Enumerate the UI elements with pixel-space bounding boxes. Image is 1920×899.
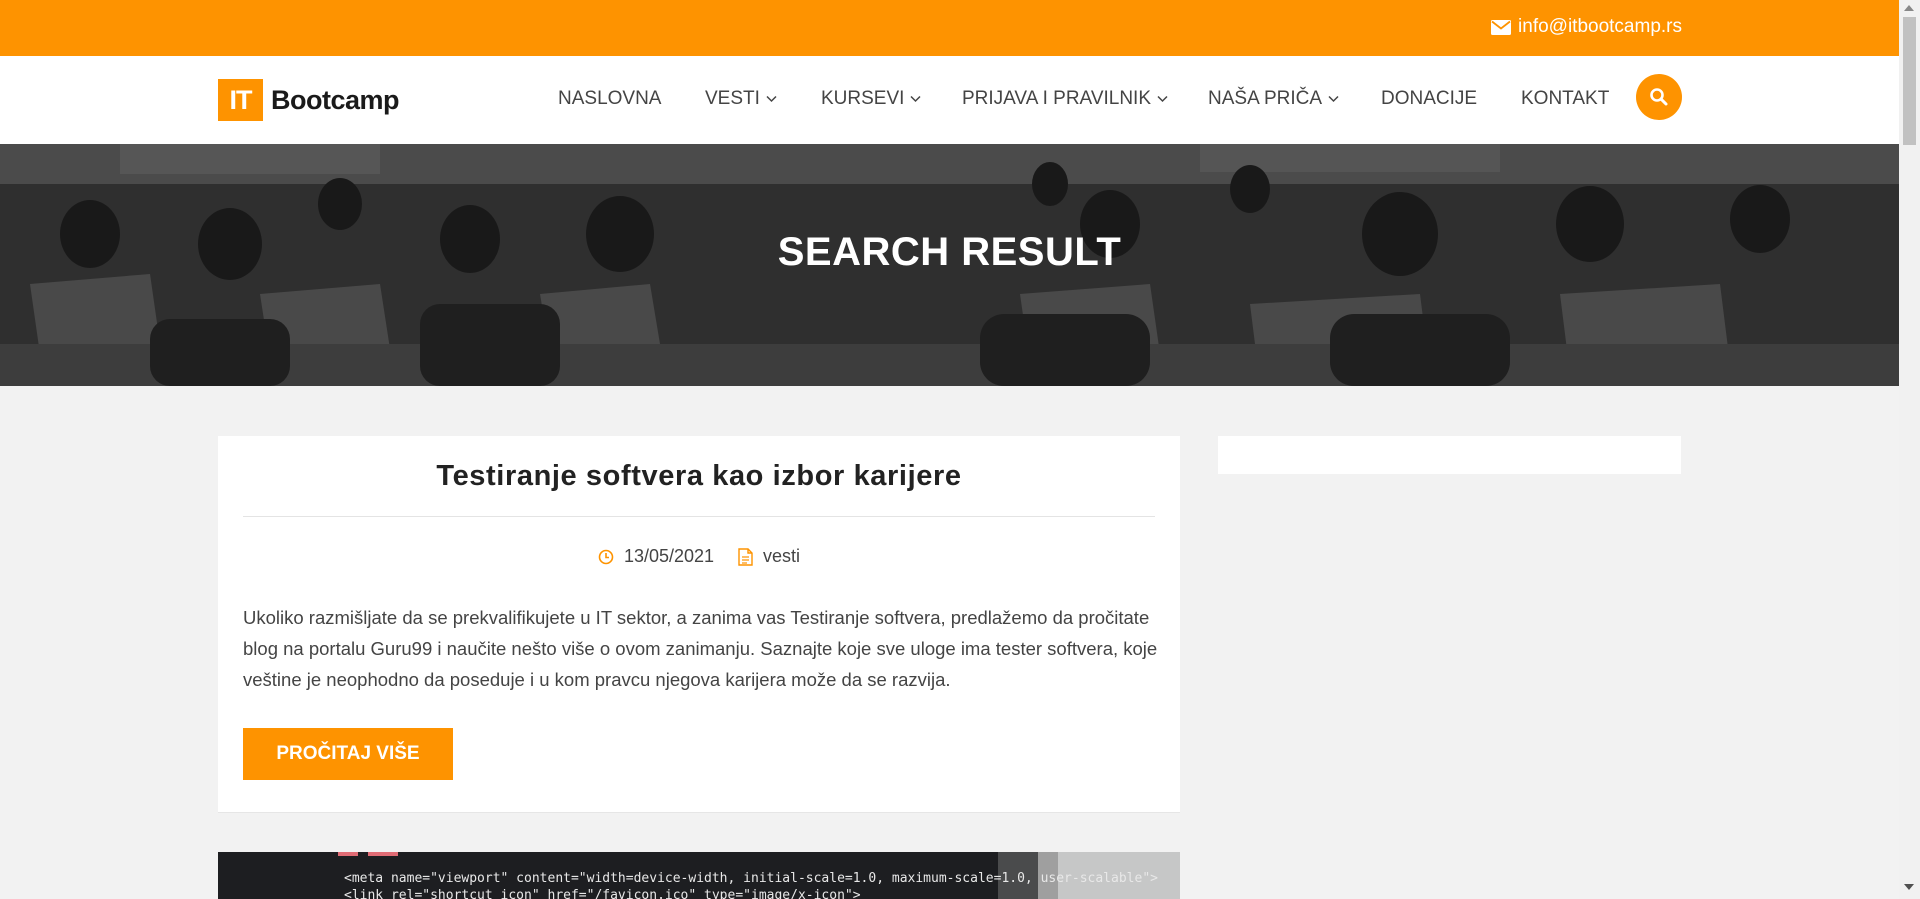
nav-item-label: NAŠA PRIČA (1208, 88, 1323, 109)
search-icon (1650, 88, 1668, 106)
chevron-down-icon (1157, 95, 1168, 103)
nav-item-label: PRIJAVA I PRAVILNIK (962, 88, 1152, 109)
post-category-text: vesti (763, 546, 801, 566)
search-button[interactable] (1636, 74, 1682, 120)
divider (243, 516, 1155, 517)
logo-badge: IT (218, 79, 263, 121)
nav-item-kontakt[interactable]: KONTAKT (1521, 88, 1609, 110)
chevron-down-icon (910, 95, 921, 103)
scroll-down-arrow-icon[interactable] (1904, 884, 1914, 890)
site-header: IT Bootcamp NASLOVNA VESTI KURSEVI PRIJA… (0, 56, 1899, 144)
logo-text: Bootcamp (271, 84, 400, 115)
top-bar: info@itbootcamp.rs (0, 0, 1899, 56)
nav-item-label: DONACIJE (1381, 88, 1478, 109)
nav-item-vesti[interactable]: VESTI (705, 88, 777, 110)
nav-item-kursevi[interactable]: KURSEVI (821, 88, 921, 110)
vertical-scrollbar[interactable] (1899, 0, 1920, 899)
envelope-icon (1491, 19, 1512, 35)
post-card: Testiranje softvera kao izbor karijere 1… (218, 436, 1180, 813)
post-category[interactable]: vesti (738, 546, 800, 567)
nav-item-label: VESTI (705, 88, 760, 109)
nav-item-label: KURSEVI (821, 88, 905, 109)
post-thumbnail[interactable]: <meta name="viewport" content="width=dev… (218, 852, 1180, 899)
scroll-thumb[interactable] (1903, 17, 1916, 145)
sidebar-widget (1218, 436, 1681, 474)
nav-item-prijava[interactable]: PRIJAVA I PRAVILNIK (962, 88, 1168, 110)
chevron-down-icon (766, 95, 777, 103)
page-title: SEARCH RESULT (777, 230, 1122, 274)
email-text: info@itbootcamp.rs (1518, 16, 1682, 37)
nav-item-label: KONTAKT (1521, 88, 1610, 109)
code-line-2: <link rel="shortcut icon" href="/favicon… (344, 888, 861, 899)
read-more-button[interactable]: PROČITAJ VIŠE (243, 728, 453, 780)
clock-icon (598, 549, 614, 564)
code-thumbnail-image: <meta name="viewport" content="width=dev… (218, 852, 1180, 899)
email-link[interactable]: info@itbootcamp.rs (1491, 16, 1682, 38)
scroll-up-arrow-icon[interactable] (1904, 5, 1914, 11)
post-date: 13/05/2021 (598, 546, 714, 567)
document-icon (738, 547, 753, 566)
code-line-1: <meta name="viewport" content="width=dev… (344, 871, 1158, 886)
page: info@itbootcamp.rs IT Bootcamp NASLOVNA … (0, 0, 1899, 899)
nav-item-label: NASLOVNA (558, 88, 662, 109)
post-title[interactable]: Testiranje softvera kao izbor karijere (218, 460, 1180, 493)
post-date-text: 13/05/2021 (623, 546, 715, 566)
site-logo[interactable]: IT Bootcamp (218, 79, 400, 121)
post-meta: 13/05/2021 vesti (218, 546, 1180, 567)
chevron-down-icon (1328, 95, 1339, 103)
nav-item-donacije[interactable]: DONACIJE (1381, 88, 1477, 110)
nav-item-nasa-prica[interactable]: NAŠA PRIČA (1208, 88, 1339, 110)
post-excerpt: Ukoliko razmišljate da se prekvalifikuje… (243, 607, 1158, 690)
hero-banner: SEARCH RESULT (0, 144, 1899, 386)
nav-item-naslovna[interactable]: NASLOVNA (558, 88, 661, 110)
